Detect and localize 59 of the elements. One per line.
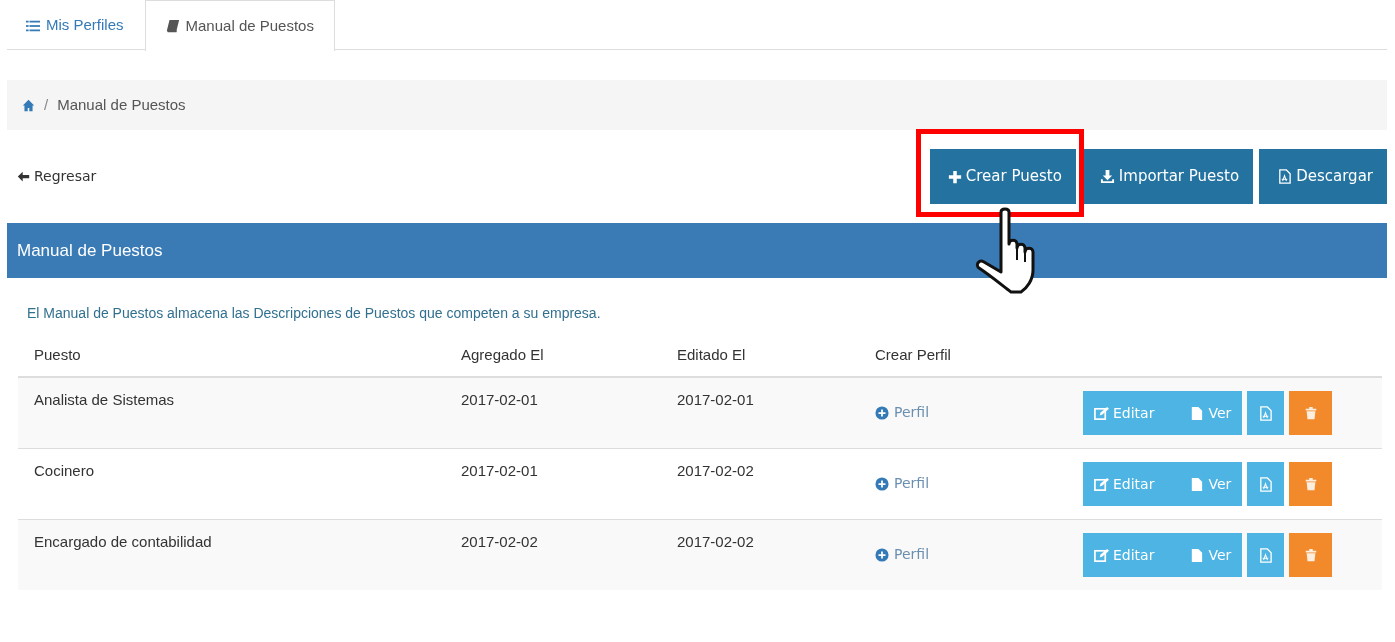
view-button[interactable]: Ver [1178,533,1243,577]
trash-icon [1303,477,1318,491]
column-header: Editado El [676,344,747,365]
download-icon [1099,169,1115,184]
pdf-button[interactable] [1247,391,1285,435]
edit-button[interactable]: Editar [1083,462,1179,506]
edit-icon [1094,405,1109,421]
file-icon [1189,547,1205,563]
delete-button[interactable] [1289,462,1333,506]
edit-button[interactable]: Editar [1083,533,1179,577]
table-cell-text: 2017-02-02 [460,532,539,552]
file-icon [1189,476,1205,492]
delete-button[interactable] [1289,391,1333,435]
table-cell-text: 2017-02-01 [460,461,539,481]
table-cell-text: Analista de Sistemas [33,390,176,410]
profile-link[interactable]: Perfil [875,473,1056,494]
import-button[interactable]: Importar Puesto [1081,149,1254,204]
pdf-button[interactable] [1247,533,1285,577]
plus-circle-icon [875,547,889,562]
pdf-file-icon [1258,405,1274,421]
pdf-file-icon [1258,547,1274,563]
pdf-file-icon [1258,476,1274,492]
breadcrumb-separator: / [44,94,49,115]
table-cell-text: Encargado de contabilidad [33,532,213,552]
delete-button[interactable] [1289,533,1333,577]
table-cell-text: 2017-02-01 [676,390,755,410]
table-cell-text: 2017-02-02 [676,532,755,552]
profile-link[interactable]: Perfil [875,402,1056,423]
panel-title: Manual de Puestos [16,239,163,262]
edit-icon [1094,547,1109,563]
trash-icon [1303,548,1318,562]
panel-description: El Manual de Puestos almacena las Descripciones de Puestos que competen a su empresa. [27,304,602,323]
profile-link[interactable]: Perfil [875,544,1056,565]
download-button[interactable]: Descargar [1259,149,1387,204]
create-button[interactable]: Crear Puesto [929,149,1076,204]
table-cell-text: 2017-02-01 [460,390,539,410]
pdf-button[interactable] [1247,462,1285,506]
edit-button[interactable]: Editar [1083,391,1179,435]
view-button[interactable]: Ver [1178,391,1243,435]
plus-circle-icon [875,476,889,491]
column-header: Puesto [33,344,82,365]
file-icon [1189,405,1205,421]
table-cell-text: Cocinero [33,461,96,481]
column-header: Agregado El [460,344,545,365]
pdf-file-icon [1277,169,1293,184]
breadcrumb-item: Manual de Puestos [57,94,186,115]
tab[interactable]: Mis Perfiles [7,0,143,50]
plus-circle-icon [875,405,889,420]
view-button[interactable]: Ver [1178,462,1243,506]
home-icon [22,99,35,113]
plus-icon [947,169,962,184]
back-link[interactable]: Regresar [17,166,97,187]
trash-icon [1303,406,1318,420]
left-arrow-icon [17,170,30,183]
tab[interactable]: Manual de Puestos [144,0,335,51]
table-cell-text: 2017-02-02 [676,461,755,481]
edit-icon [1094,476,1109,492]
list-icon [26,18,40,33]
column-header: Crear Perfil [874,344,952,365]
